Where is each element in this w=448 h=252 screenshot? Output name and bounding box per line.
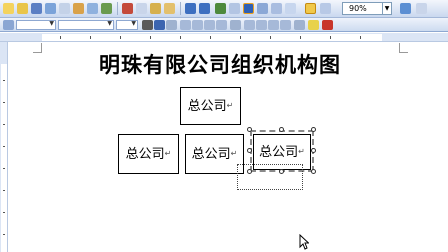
ruler-tick: [150, 36, 151, 39]
decrease-indent-icon[interactable]: [268, 20, 279, 30]
ruler-tick: [330, 36, 331, 39]
toolbar-separator: [180, 2, 181, 15]
resize-handle[interactable]: [247, 127, 252, 132]
mouse-pointer-icon: [299, 234, 309, 250]
increase-indent-icon[interactable]: [280, 20, 291, 30]
ruler-tick: [3, 146, 5, 147]
ruler-tick: [180, 36, 181, 39]
zoom-value: 90%: [349, 4, 367, 13]
resize-handle[interactable]: [311, 148, 316, 153]
read-icon[interactable]: [416, 3, 427, 14]
crop-mark: [33, 52, 42, 53]
org-box-label: 总公司: [187, 98, 227, 114]
undo-icon[interactable]: [185, 3, 196, 14]
paste-icon[interactable]: [150, 3, 161, 14]
cut-icon[interactable]: [122, 3, 133, 14]
ruler-text-area: [42, 34, 382, 41]
resize-handle[interactable]: [311, 127, 316, 132]
paragraph-mark: ↵: [164, 149, 172, 158]
org-chart-box[interactable]: 总公司 ↵: [118, 134, 179, 174]
font-select[interactable]: ▼: [58, 20, 114, 30]
justify-icon[interactable]: [216, 20, 227, 30]
document-map-icon[interactable]: [305, 3, 316, 14]
chevron-down-icon[interactable]: ▼: [49, 20, 54, 27]
crop-mark: [399, 52, 408, 53]
paragraph-mark: ↵: [226, 101, 234, 110]
show-hide-icon[interactable]: [320, 3, 331, 14]
document-page[interactable]: 明珠有限公司组织机构图 总公司 ↵ 总公司 ↵ 总公司 ↵ 总公司 ↵: [9, 43, 448, 252]
ruler-tick: [3, 234, 5, 235]
horizontal-ruler[interactable]: [0, 33, 448, 42]
paragraph-mark: ↵: [230, 149, 238, 158]
new-document-icon[interactable]: [3, 3, 14, 14]
ruler-tick: [270, 36, 271, 39]
email-icon[interactable]: [59, 3, 70, 14]
italic-icon[interactable]: [154, 20, 165, 30]
styles-icon[interactable]: [3, 20, 14, 30]
ruler-tick: [3, 80, 5, 81]
help-icon[interactable]: [400, 3, 411, 14]
ruler-tick: [360, 36, 361, 39]
chevron-down-icon[interactable]: ▼: [131, 20, 136, 27]
highlight-icon[interactable]: [308, 20, 319, 30]
ruler-tick: [120, 36, 121, 39]
resize-handle[interactable]: [247, 148, 252, 153]
ruler-tick: [210, 36, 211, 39]
font-size-select[interactable]: ▼: [116, 20, 138, 30]
org-box-label: 总公司: [259, 144, 299, 160]
bullets-icon[interactable]: [256, 20, 267, 30]
ruler-tick: [240, 36, 241, 39]
org-chart-box[interactable]: 总公司 ↵: [185, 134, 244, 174]
bold-icon[interactable]: [142, 20, 153, 30]
org-box-label: 总公司: [125, 146, 165, 162]
border-icon[interactable]: [294, 20, 305, 30]
save-icon[interactable]: [31, 3, 42, 14]
align-left-icon[interactable]: [180, 20, 191, 30]
permission-icon[interactable]: [45, 3, 56, 14]
copy-icon[interactable]: [136, 3, 147, 14]
ruler-tick: [3, 102, 5, 103]
ruler-tick: [3, 212, 5, 213]
style-select[interactable]: ▼: [16, 20, 56, 30]
print-preview-icon[interactable]: [87, 3, 98, 14]
ruler-tick: [3, 124, 5, 125]
org-chart-top-box[interactable]: 总公司 ↵: [180, 87, 241, 125]
underline-icon[interactable]: [166, 20, 177, 30]
ruler-tick: [300, 36, 301, 39]
align-right-icon[interactable]: [204, 20, 215, 30]
redo-icon[interactable]: [199, 3, 210, 14]
document-title[interactable]: 明珠有限公司组织机构图: [99, 49, 369, 79]
resize-handle[interactable]: [279, 127, 284, 132]
print-icon[interactable]: [73, 3, 84, 14]
format-painter-icon[interactable]: [164, 3, 175, 14]
ruler-text-area: [1, 64, 7, 252]
align-center-icon[interactable]: [192, 20, 203, 30]
ruler-tick: [3, 190, 5, 191]
chevron-down-icon[interactable]: ▼: [382, 3, 391, 14]
spelling-icon[interactable]: [101, 3, 112, 14]
zoom-select[interactable]: 90% ▼: [342, 2, 392, 15]
formatting-toolbar: ▼ ▼ ▼: [0, 18, 448, 32]
vertical-ruler[interactable]: [0, 42, 8, 252]
ruler-tick: [3, 168, 5, 169]
drawing-icon[interactable]: [285, 3, 296, 14]
resize-handle[interactable]: [311, 169, 316, 174]
numbering-icon[interactable]: [244, 20, 255, 30]
drag-outline: [237, 164, 303, 190]
toolbar-separator: [117, 2, 118, 15]
hyperlink-icon[interactable]: [215, 3, 226, 14]
ruler-tick: [90, 36, 91, 39]
open-folder-icon[interactable]: [17, 3, 28, 14]
columns-icon[interactable]: [271, 3, 282, 14]
org-box-label: 总公司: [191, 146, 231, 162]
standard-toolbar: 90% ▼: [0, 0, 448, 18]
tables-borders-icon[interactable]: [229, 3, 240, 14]
ruler-tick: [60, 36, 61, 39]
insert-table-icon[interactable]: [243, 3, 254, 14]
line-spacing-icon[interactable]: [230, 20, 241, 30]
paragraph-mark: ↵: [298, 147, 305, 156]
excel-icon[interactable]: [257, 3, 268, 14]
chevron-down-icon[interactable]: ▼: [107, 20, 112, 27]
font-color-icon[interactable]: [322, 20, 333, 30]
